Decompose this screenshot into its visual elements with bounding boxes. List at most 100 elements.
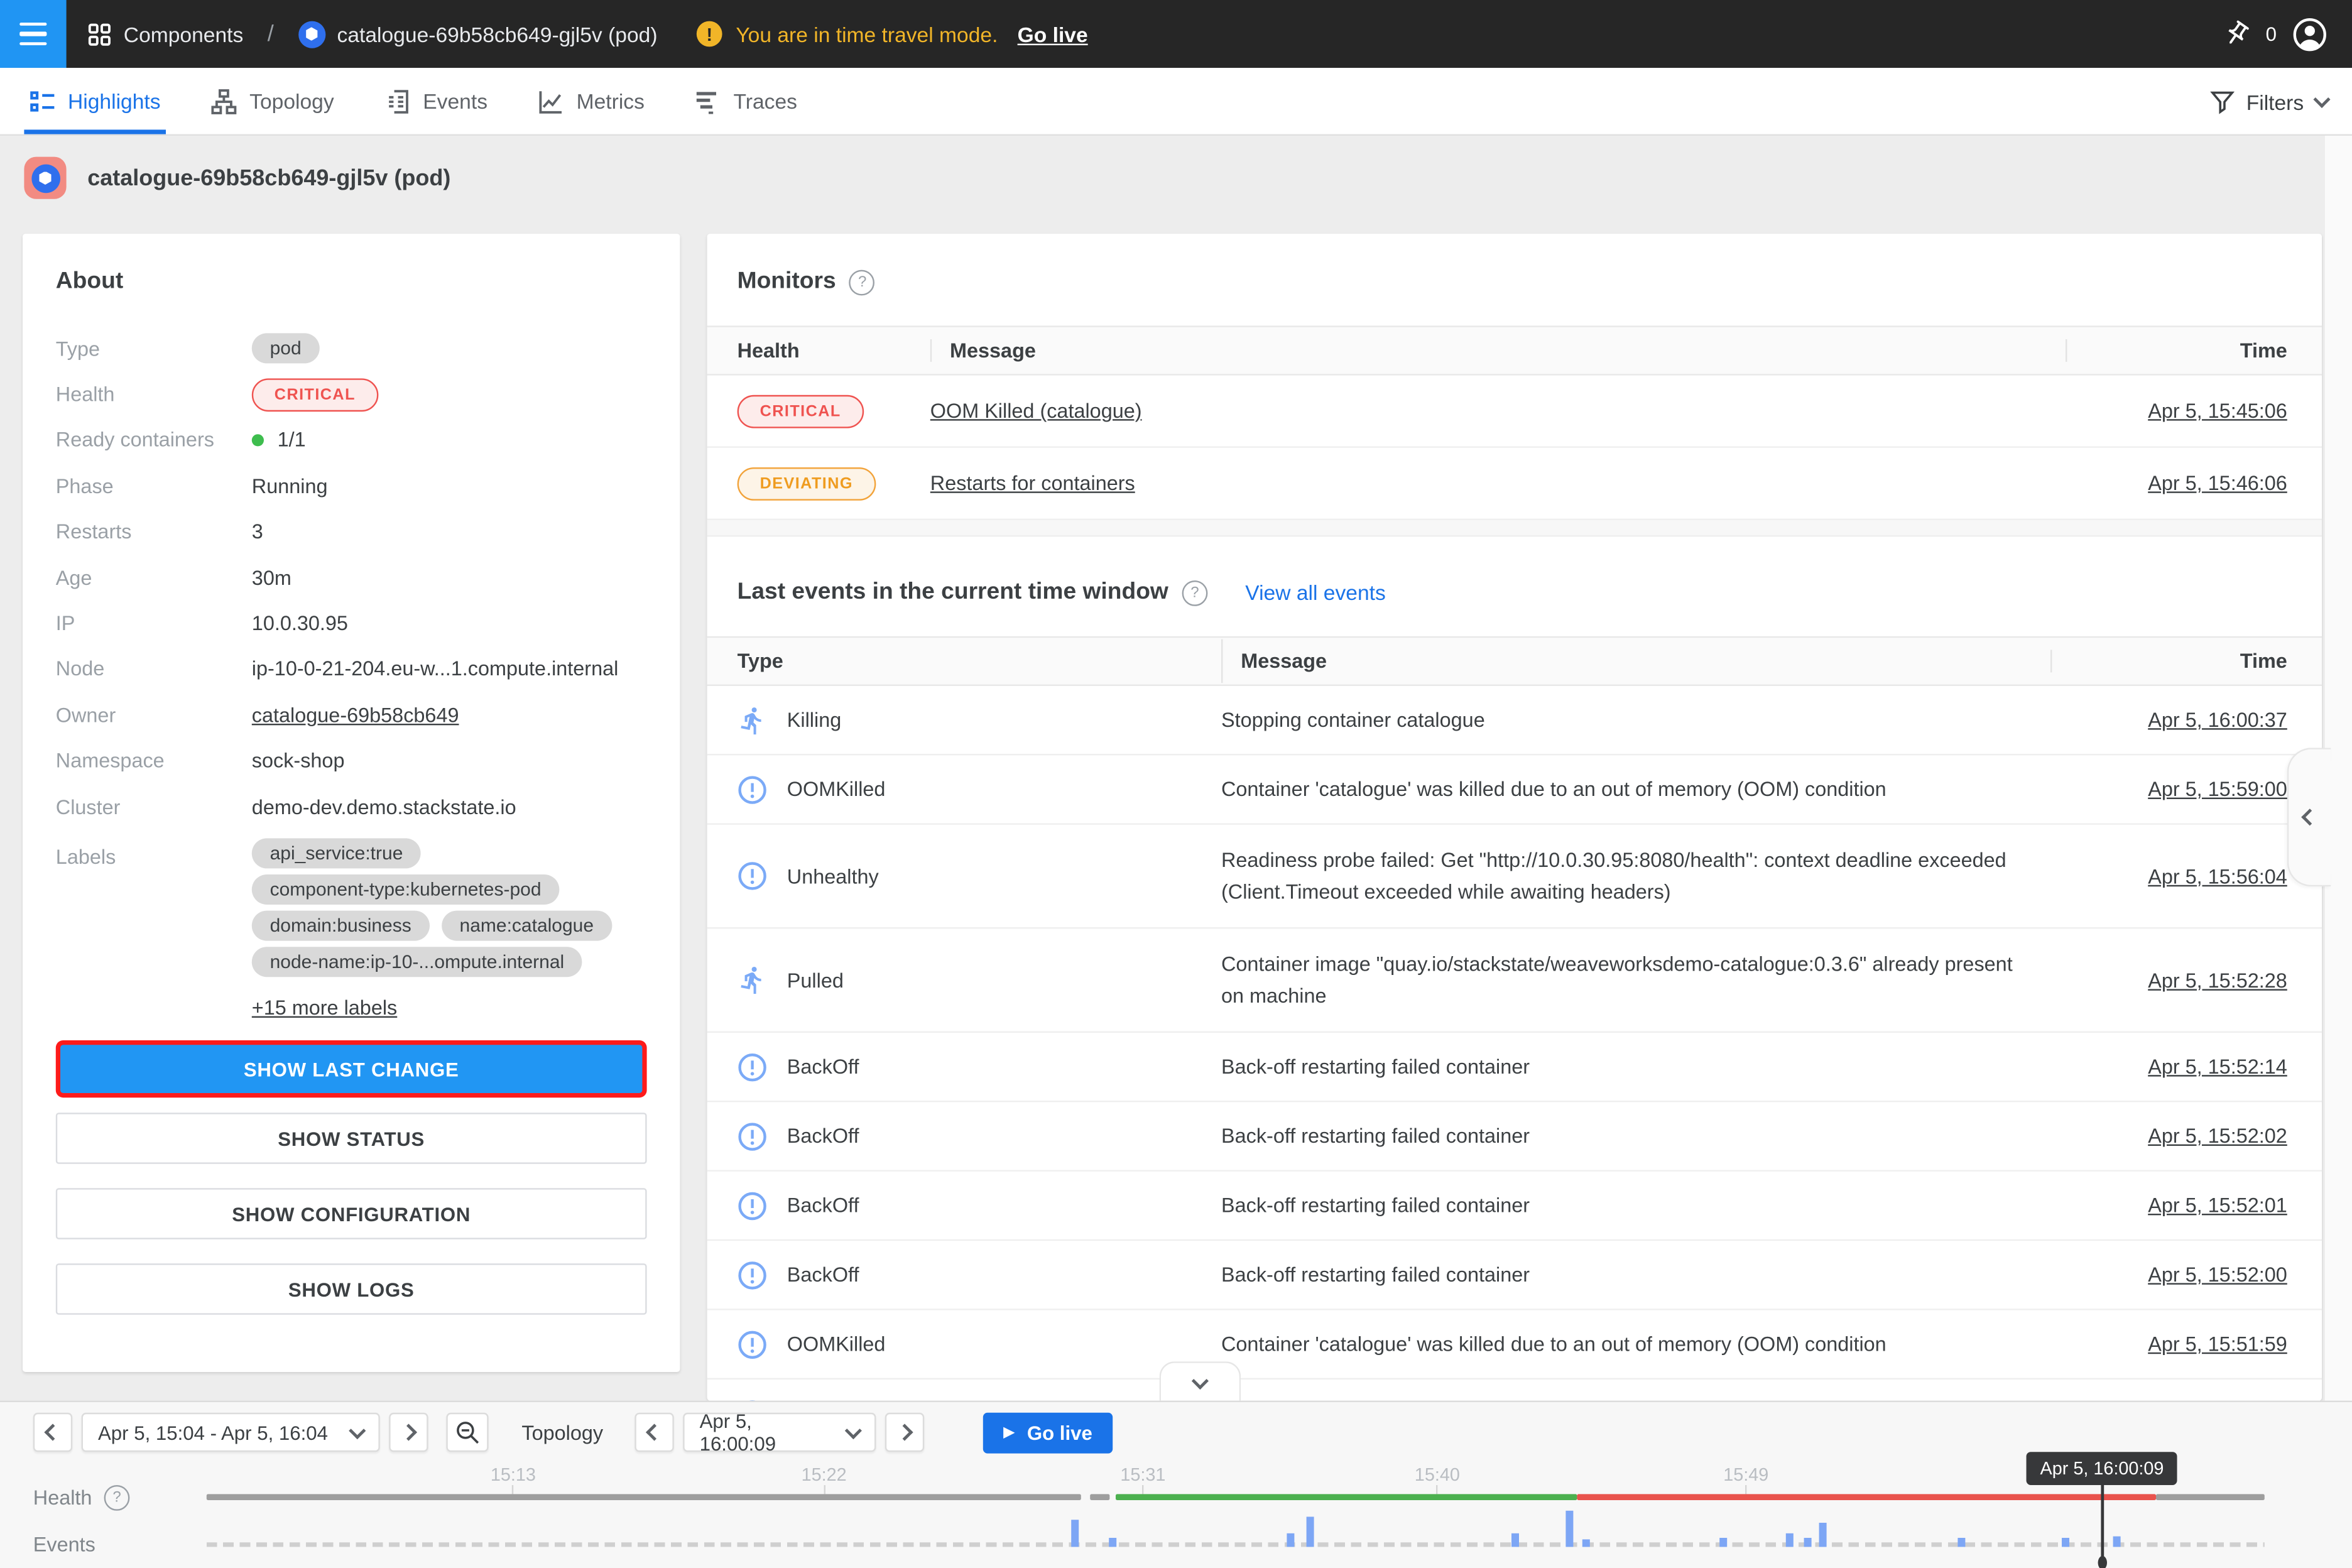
about-row-cluster: Cluster demo-dev.demo.stackstate.io <box>23 784 680 830</box>
alert-icon <box>738 1121 768 1151</box>
event-histogram-bar[interactable] <box>1071 1520 1079 1547</box>
view-all-events-link[interactable]: View all events <box>1245 580 1386 604</box>
topology-time-next-button[interactable] <box>885 1413 924 1452</box>
time-marker-handle[interactable] <box>2098 1556 2107 1568</box>
help-icon[interactable]: ? <box>1182 580 1207 606</box>
event-time-link[interactable]: Apr 5, 15:59:00 <box>2148 778 2287 800</box>
event-histogram-bar[interactable] <box>1958 1538 1966 1547</box>
event-histogram-bar[interactable] <box>2113 1537 2120 1547</box>
tab-topology[interactable]: Topology <box>206 68 340 134</box>
events-timeline-baseline <box>207 1542 2265 1547</box>
event-histogram-bar[interactable] <box>1108 1538 1116 1547</box>
show-last-change-button[interactable]: SHOW LAST CHANGE <box>60 1045 642 1094</box>
monitor-link[interactable]: OOM Killed (catalogue) <box>930 400 1142 422</box>
collapse-panel-handle[interactable] <box>2287 748 2331 886</box>
alert-icon <box>738 1260 768 1290</box>
tab-highlights[interactable]: Highlights <box>24 68 166 134</box>
about-row-labels: Labels api_service:true component-type:k… <box>23 839 680 1020</box>
event-time-link[interactable]: Apr 5, 16:00:37 <box>2148 709 2287 731</box>
event-histogram-bar[interactable] <box>2061 1538 2069 1547</box>
event-message: Back-off restarting failed container <box>1221 1114 2050 1158</box>
tab-traces[interactable]: Traces <box>690 68 803 134</box>
go-live-link[interactable]: Go live <box>1018 22 1088 46</box>
owner-link[interactable]: catalogue-69b58cb649 <box>252 704 459 726</box>
event-histogram-bar[interactable] <box>1719 1538 1727 1547</box>
topology-icon <box>212 88 237 114</box>
monitor-time-link[interactable]: Apr 5, 15:45:06 <box>2148 400 2287 422</box>
breadcrumb-components[interactable]: Components <box>124 22 244 46</box>
timeline-tick-label: 15:22 <box>802 1464 847 1485</box>
event-time-link[interactable]: Apr 5, 15:56:04 <box>2148 864 2287 887</box>
hamburger-menu-icon[interactable] <box>0 0 67 68</box>
range-prev-button[interactable] <box>33 1413 72 1452</box>
topology-time-select[interactable]: Apr 5, 16:00:09 <box>683 1413 876 1452</box>
time-marker-line[interactable] <box>2101 1485 2104 1557</box>
breadcrumb-entity[interactable]: catalogue-69b58cb649-gjl5v (pod) <box>337 22 658 46</box>
filters-button[interactable]: Filters <box>2210 68 2328 136</box>
event-histogram-bar[interactable] <box>1818 1523 1826 1547</box>
timeline-tick-label: 15:13 <box>491 1464 536 1485</box>
event-time-link[interactable]: Apr 5, 15:52:01 <box>2148 1194 2287 1217</box>
event-row: OOMKilled Container 'catalogue' was kille… <box>707 755 2322 824</box>
pin-count: 0 <box>2266 23 2277 45</box>
event-row: KillingStopping container catalogueApr 5… <box>707 686 2322 755</box>
timeline-tick-label: 15:31 <box>1120 1464 1165 1485</box>
zoom-out-button[interactable] <box>446 1413 488 1452</box>
health-timeline-track[interactable]: 15:1315:2215:3115:4015:49Apr 5, 16:00:09 <box>207 1494 2265 1500</box>
help-icon[interactable]: ? <box>849 269 875 295</box>
ready-status-dot <box>252 435 264 447</box>
about-panel: About Type pod Health CRITICAL Ready con… <box>23 234 680 1372</box>
event-time-link[interactable]: Apr 5, 15:52:14 <box>2148 1055 2287 1078</box>
pod-icon <box>298 20 325 47</box>
event-type: BackOff <box>787 1194 859 1217</box>
event-histogram-bar[interactable] <box>1804 1538 1812 1547</box>
event-type: OOMKilled <box>787 778 886 800</box>
event-histogram-bar[interactable] <box>1785 1533 1793 1547</box>
page-title: catalogue-69b58cb649-gjl5v (pod) <box>87 165 450 191</box>
event-row: BackOffBack-off restarting failed contai… <box>707 1172 2322 1241</box>
breadcrumb-separator: / <box>268 21 274 47</box>
event-type: Pulled <box>787 969 844 991</box>
events-table-body: KillingStopping container catalogueApr 5… <box>707 686 2322 1401</box>
range-next-button[interactable] <box>389 1413 428 1452</box>
timeline-tick-label: 15:40 <box>1415 1464 1460 1485</box>
expand-events-handle[interactable] <box>1160 1361 1241 1402</box>
show-logs-button[interactable]: SHOW LOGS <box>56 1264 647 1315</box>
about-row-node: Node ip-10-0-21-204.eu-w...1.compute.int… <box>23 646 680 692</box>
entity-header: catalogue-69b58cb649-gjl5v (pod) <box>24 157 450 199</box>
help-icon[interactable]: ? <box>104 1485 130 1511</box>
health-segment <box>207 1494 1081 1500</box>
time-marker-tooltip: Apr 5, 16:00:09 <box>2027 1452 2177 1485</box>
topology-time-prev-button[interactable] <box>634 1413 673 1452</box>
monitors-table-header: Health Message Time <box>707 325 2322 375</box>
event-histogram-bar[interactable] <box>1287 1533 1295 1547</box>
tab-metrics[interactable]: Metrics <box>533 68 651 134</box>
about-row-namespace: Namespace sock-shop <box>23 738 680 784</box>
event-time-link[interactable]: Apr 5, 15:51:59 <box>2148 1333 2287 1356</box>
more-labels-link[interactable]: +15 more labels <box>252 997 397 1020</box>
event-histogram-bar[interactable] <box>1306 1516 1314 1547</box>
health-critical-badge: CRITICAL <box>252 378 378 411</box>
show-configuration-button[interactable]: SHOW CONFIGURATION <box>56 1189 647 1240</box>
event-message: Container 'catalogue' was killed due to … <box>1221 1322 2050 1366</box>
health-segment <box>1116 1494 1577 1500</box>
event-histogram-bar[interactable] <box>1511 1533 1519 1547</box>
event-histogram-bar[interactable] <box>1582 1539 1589 1547</box>
time-range-select[interactable]: Apr 5, 15:04 - Apr 5, 16:04 <box>82 1413 380 1452</box>
monitor-time-link[interactable]: Apr 5, 15:46:06 <box>2148 472 2287 494</box>
events-table-header: Type Message Time <box>707 636 2322 686</box>
about-heading: About <box>56 268 647 295</box>
show-status-button[interactable]: SHOW STATUS <box>56 1113 647 1165</box>
go-live-button[interactable]: ▶ Go live <box>983 1413 1113 1454</box>
event-time-link[interactable]: Apr 5, 15:52:28 <box>2148 969 2287 991</box>
tab-events[interactable]: Events <box>379 68 494 134</box>
monitor-link[interactable]: Restarts for containers <box>930 472 1135 494</box>
event-time-link[interactable]: Apr 5, 15:52:00 <box>2148 1263 2287 1286</box>
event-row: BackOffBack-off restarting failed contai… <box>707 1241 2322 1310</box>
event-histogram-bar[interactable] <box>1565 1511 1573 1547</box>
event-message: Container 'catalogue' was killed due to … <box>1221 768 2050 812</box>
pin-icon[interactable] <box>2222 19 2251 48</box>
user-avatar[interactable] <box>2292 16 2328 52</box>
event-time-link[interactable]: Apr 5, 15:52:02 <box>2148 1124 2287 1147</box>
timeline-tick-mark <box>513 1485 514 1494</box>
